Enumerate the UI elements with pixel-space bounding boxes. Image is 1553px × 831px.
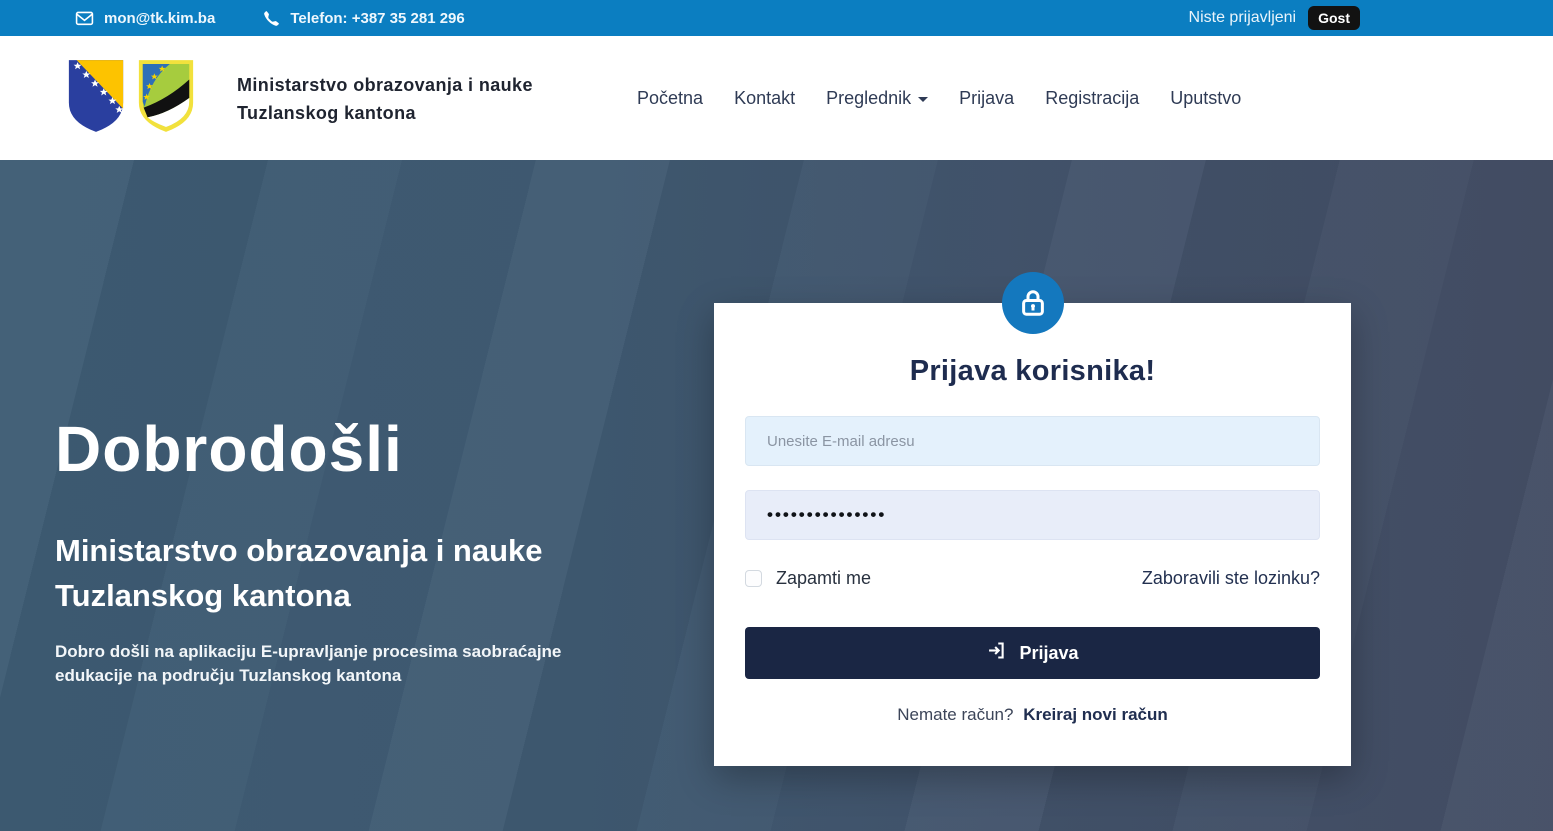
remember-me-label: Zapamti me [776, 568, 871, 589]
topbar-email[interactable]: mon@tk.kim.ba [75, 10, 215, 27]
site-header: Ministarstvo obrazovanja i nauke Tuzlans… [0, 36, 1553, 160]
brand-title-line1: Ministarstvo obrazovanja i nauke [237, 71, 533, 99]
nav-item-label: Uputstvo [1170, 88, 1241, 109]
tuzla-canton-coat-of-arms-logo [135, 58, 197, 139]
nav-item-registracija[interactable]: Registracija [1045, 88, 1139, 109]
login-title: Prijava korisnika! [714, 355, 1351, 388]
topbar-phone[interactable]: Telefon: +387 35 281 296 [263, 10, 464, 27]
hero-section: Dobrodošli Ministarstvo obrazovanja i na… [0, 160, 1553, 831]
hero-welcome-heading: Dobrodošli [55, 412, 655, 486]
create-account-link[interactable]: Kreiraj novi račun [1023, 705, 1168, 724]
brand-title-line2: Tuzlanskog kantona [237, 99, 533, 127]
nav-item-uputstvo[interactable]: Uputstvo [1170, 88, 1241, 109]
hero-subtitle-line2: Tuzlanskog kantona [55, 573, 655, 618]
remember-me-option[interactable]: Zapamti me [745, 568, 871, 589]
login-submit-label: Prijava [1019, 643, 1078, 664]
guest-badge: Gost [1308, 6, 1360, 30]
bih-coat-of-arms-logo [65, 58, 127, 139]
nav-item-label: Kontakt [734, 88, 795, 109]
login-form: Zapamti me Zaboravili ste lozinku? Prija… [714, 416, 1351, 725]
envelope-icon [75, 10, 94, 26]
no-account-text: Nemate račun? [897, 705, 1013, 724]
brand-title: Ministarstvo obrazovanja i nauke Tuzlans… [237, 71, 533, 127]
forgot-password-link[interactable]: Zaboravili ste lozinku? [1142, 568, 1320, 589]
topbar-phone-label: Telefon: +387 35 281 296 [290, 10, 464, 27]
topbar-email-label: mon@tk.kim.ba [104, 10, 215, 27]
lock-icon [1002, 272, 1064, 334]
nav-item-pocetna[interactable]: Početna [637, 88, 703, 109]
nav-item-label: Početna [637, 88, 703, 109]
remember-me-checkbox[interactable] [745, 570, 762, 587]
hero-subtitle: Ministarstvo obrazovanja i nauke Tuzlans… [55, 528, 655, 618]
nav-item-label: Registracija [1045, 88, 1139, 109]
nav-item-label: Preglednik [826, 88, 911, 109]
login-submit-button[interactable]: Prijava [745, 627, 1320, 679]
chevron-down-icon [918, 97, 928, 102]
nav-item-label: Prijava [959, 88, 1014, 109]
hero-copy: Dobrodošli Ministarstvo obrazovanja i na… [55, 412, 655, 688]
login-arrow-icon [986, 640, 1007, 666]
brand[interactable]: Ministarstvo obrazovanja i nauke Tuzlans… [65, 58, 533, 139]
nav-item-kontakt[interactable]: Kontakt [734, 88, 795, 109]
phone-icon [263, 10, 280, 27]
password-input[interactable] [745, 490, 1320, 540]
login-status-text: Niste prijavljeni [1189, 9, 1297, 27]
hero-subtitle-line1: Ministarstvo obrazovanja i nauke [55, 528, 655, 573]
hero-description: Dobro došli na aplikaciju E-upravljanje … [55, 640, 575, 688]
main-nav: Početna Kontakt Preglednik Prijava Regis… [637, 36, 1241, 160]
nav-item-prijava[interactable]: Prijava [959, 88, 1014, 109]
signup-row: Nemate račun? Kreiraj novi račun [745, 705, 1320, 725]
login-card: Prijava korisnika! Zapamti me Zaboravili… [714, 303, 1351, 766]
nav-item-preglednik-dropdown[interactable]: Preglednik [826, 88, 928, 109]
topbar: mon@tk.kim.ba Telefon: +387 35 281 296 N… [0, 0, 1553, 36]
email-input[interactable] [745, 416, 1320, 466]
